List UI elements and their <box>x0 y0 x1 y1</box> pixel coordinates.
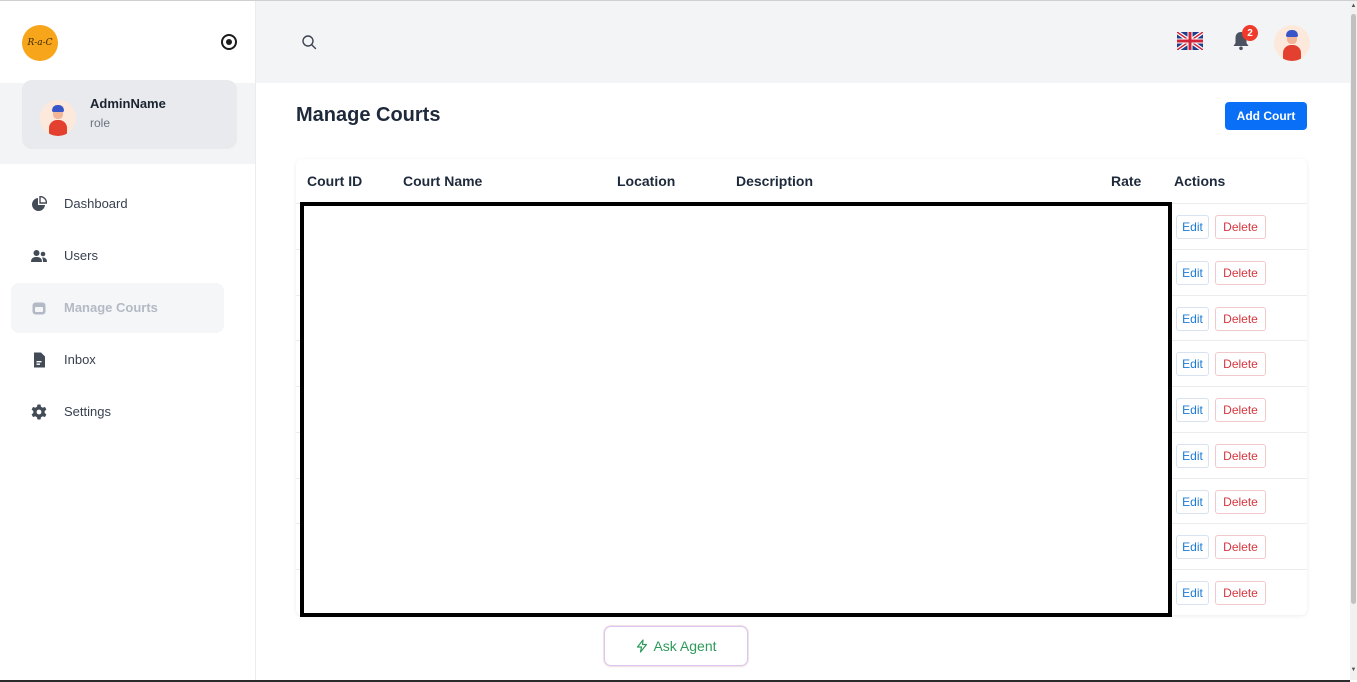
scroll-down-arrow-icon[interactable]: ▼ <box>1350 667 1357 675</box>
add-court-button[interactable]: Add Court <box>1225 102 1307 130</box>
edit-button[interactable]: Edit <box>1176 398 1209 422</box>
edit-button[interactable]: Edit <box>1176 307 1209 331</box>
delete-button[interactable]: Delete <box>1215 398 1266 422</box>
notification-badge: 2 <box>1242 25 1258 41</box>
uk-flag-icon[interactable] <box>1177 32 1203 50</box>
scrollbar-thumb[interactable] <box>1351 14 1356 604</box>
document-icon <box>34 352 45 368</box>
edit-button[interactable]: Edit <box>1176 490 1209 514</box>
edit-button[interactable]: Edit <box>1176 352 1209 376</box>
column-header-actions: Actions <box>1174 173 1226 189</box>
avatar <box>40 100 76 136</box>
delete-button[interactable]: Delete <box>1215 444 1266 468</box>
delete-button[interactable]: Delete <box>1215 581 1266 605</box>
sidebar-item-label: Settings <box>64 404 111 419</box>
edit-button[interactable]: Edit <box>1176 215 1209 239</box>
profile-role: role <box>90 116 111 130</box>
header-avatar[interactable] <box>1274 25 1310 61</box>
sidebar-item-manage-courts[interactable]: Manage Courts <box>11 283 224 333</box>
scroll-up-arrow-icon[interactable]: ▲ <box>1350 3 1357 11</box>
sidebar-item-users[interactable]: Users <box>11 231 224 281</box>
page-title: Manage Courts <box>296 104 441 126</box>
sidebar-item-dashboard[interactable]: Dashboard <box>11 179 224 229</box>
sidebar-item-inbox[interactable]: Inbox <box>11 335 224 385</box>
edit-button[interactable]: Edit <box>1176 444 1209 468</box>
ask-agent-button[interactable]: Ask Agent <box>604 626 748 666</box>
delete-button[interactable]: Delete <box>1215 215 1266 239</box>
app-logo[interactable]: R-a-C <box>22 25 58 61</box>
gear-icon <box>31 404 47 420</box>
column-header-location[interactable]: Location <box>617 173 675 189</box>
sidebar-item-label: Manage Courts <box>64 300 158 315</box>
redacted-table-content <box>300 202 1172 617</box>
delete-button[interactable]: Delete <box>1215 535 1266 559</box>
column-header-court-name[interactable]: Court Name <box>403 173 482 189</box>
edit-button[interactable]: Edit <box>1176 535 1209 559</box>
pie-chart-icon <box>32 196 47 211</box>
column-header-description[interactable]: Description <box>736 173 813 189</box>
ask-agent-label: Ask Agent <box>653 638 717 654</box>
lightning-icon <box>637 639 648 653</box>
sidebar-item-label: Dashboard <box>64 196 128 211</box>
sidebar-item-settings[interactable]: Settings <box>11 387 224 437</box>
sidebar-nav: Dashboard Users Manage Courts Inbox Sett… <box>0 179 255 439</box>
column-header-court-id[interactable]: Court ID <box>307 173 362 189</box>
users-icon <box>31 250 47 262</box>
edit-button[interactable]: Edit <box>1176 261 1209 285</box>
sidebar-header: R-a-C <box>0 1 255 83</box>
sidebar: R-a-C AdminName role Dashboard Users Man… <box>0 1 256 680</box>
column-header-rate[interactable]: Rate <box>1111 173 1141 189</box>
logo-text: R-a-C <box>27 38 53 48</box>
sidebar-item-label: Inbox <box>64 352 96 367</box>
search-icon[interactable] <box>301 34 317 50</box>
edit-button[interactable]: Edit <box>1176 581 1209 605</box>
profile-card[interactable]: AdminName role <box>22 80 237 149</box>
delete-button[interactable]: Delete <box>1215 307 1266 331</box>
calendar-icon <box>32 302 46 315</box>
profile-section: AdminName role <box>0 80 255 164</box>
sidebar-item-label: Users <box>64 248 98 263</box>
delete-button[interactable]: Delete <box>1215 490 1266 514</box>
delete-button[interactable]: Delete <box>1215 352 1266 376</box>
profile-name: AdminName <box>90 96 166 111</box>
delete-button[interactable]: Delete <box>1215 261 1266 285</box>
sidebar-toggle-icon[interactable] <box>221 34 237 50</box>
top-header: 2 <box>256 1 1350 83</box>
